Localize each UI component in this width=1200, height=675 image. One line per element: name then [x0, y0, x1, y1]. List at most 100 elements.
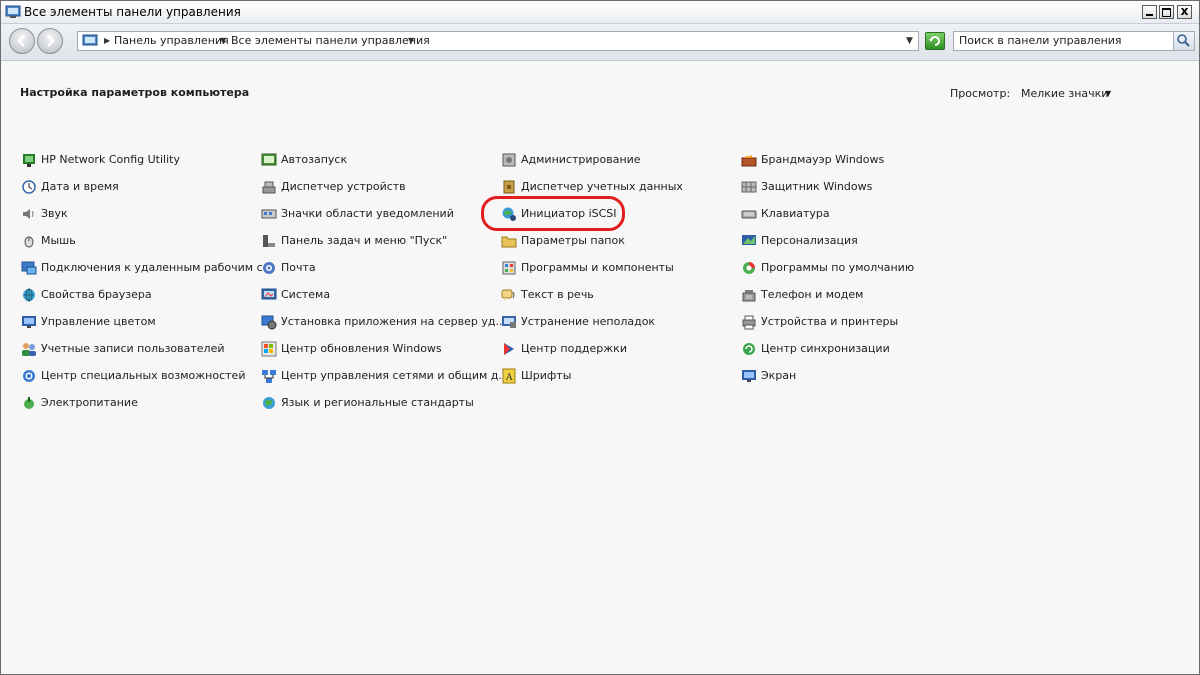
breadcrumb-all-items[interactable]: Все элементы панели управления — [231, 34, 430, 47]
item-label: Диспетчер устройств — [281, 180, 406, 193]
item-label: Установка приложения на сервер уд... — [281, 315, 506, 328]
item-label: Брандмауэр Windows — [761, 153, 885, 166]
item-label: Автозапуск — [281, 153, 348, 166]
color-management-icon — [22, 316, 36, 328]
item-label: Администрирование — [521, 153, 641, 166]
address-dropdown-icon[interactable]: ▼ — [906, 36, 913, 46]
control-panel-window: Все элементы панели управления x ▶ Панел… — [0, 0, 1200, 675]
control-panel-icon — [82, 34, 98, 46]
folder-options-icon — [501, 236, 517, 248]
item-label: Подключения к удаленным рабочим с... — [41, 261, 274, 274]
item-label: Система — [281, 288, 331, 301]
item-label: Управление цветом — [41, 315, 156, 328]
users-icon — [22, 343, 36, 356]
item-label: Клавиатура — [761, 207, 830, 220]
clock-icon — [22, 180, 36, 194]
text-to-speech-icon — [501, 289, 515, 301]
item-label: Программы и компоненты — [521, 261, 674, 274]
mouse-icon — [24, 236, 34, 248]
network-utility-icon — [23, 154, 35, 167]
windows-update-icon — [261, 341, 277, 357]
defender-icon — [741, 181, 757, 193]
devices-printers-icon — [742, 315, 756, 330]
item-label: Учетные записи пользователей — [41, 342, 225, 355]
forward-button[interactable] — [37, 28, 63, 54]
address-bar[interactable]: ▶ Панель управления ▼ Все элементы панел… — [77, 31, 919, 51]
svg-text:A: A — [505, 373, 513, 383]
item-label: Защитник Windows — [761, 180, 873, 193]
notification-icons-icon — [261, 209, 277, 219]
item-label: Шрифты — [521, 369, 572, 382]
title-bar: Все элементы панели управления x — [1, 1, 1199, 24]
keyboard-icon — [741, 210, 757, 219]
chevron-down-icon[interactable]: ▼ — [1105, 89, 1111, 98]
power-icon — [24, 397, 34, 409]
accessibility-icon — [23, 370, 35, 382]
remote-desktop-icon — [21, 261, 37, 275]
view-mode-dropdown[interactable]: Мелкие значки — [1021, 87, 1108, 100]
breadcrumb-control-panel[interactable]: Панель управления — [114, 34, 229, 47]
troubleshooting-icon — [502, 316, 516, 328]
close-button[interactable]: x — [1177, 4, 1192, 19]
search-input[interactable]: Поиск в панели управления — [953, 31, 1175, 51]
minimize-button[interactable] — [1142, 5, 1157, 19]
item-label: Звук — [41, 207, 68, 220]
search-button[interactable] — [1173, 31, 1195, 51]
item-label: Электропитание — [41, 396, 138, 409]
item-label: Язык и региональные стандарты — [281, 396, 474, 409]
taskbar-icon — [263, 235, 275, 247]
fonts-icon: A — [502, 368, 516, 384]
highlight-circle — [481, 196, 625, 231]
item-label: Устройства и принтеры — [761, 315, 899, 328]
item-label: Мышь — [41, 234, 76, 247]
item-label: HP Network Config Utility — [41, 153, 180, 166]
item-label: Центр синхронизации — [761, 342, 890, 355]
speaker-icon — [23, 209, 34, 219]
item-label: Телефон и модем — [761, 288, 864, 301]
programs-icon — [502, 261, 516, 275]
item-label: Текст в речь — [521, 288, 594, 301]
system-icon — [261, 288, 277, 300]
item-label: Программы по умолчанию — [761, 261, 915, 274]
item-label: Дата и время — [41, 180, 119, 193]
search-icon — [1177, 34, 1190, 47]
item-label: Почта — [281, 261, 316, 274]
install-app-icon — [261, 315, 277, 330]
internet-options-icon — [23, 288, 35, 302]
credential-manager-icon — [503, 180, 515, 194]
autoplay-icon — [261, 153, 277, 166]
refresh-icon — [929, 36, 940, 46]
sync-center-icon — [743, 343, 755, 355]
item-label: Персонализация — [761, 234, 858, 247]
search-placeholder: Поиск в панели управления — [959, 34, 1122, 47]
item-label: Центр обновления Windows — [281, 342, 442, 355]
view-label: Просмотр: — [950, 87, 1011, 100]
breadcrumb-separator-icon[interactable]: ▼ — [220, 36, 226, 45]
item-label: Экран — [761, 369, 797, 382]
window-title: Все элементы панели управления — [24, 5, 241, 19]
action-center-icon — [504, 343, 514, 355]
device-manager-icon — [262, 181, 276, 194]
back-button[interactable] — [9, 28, 35, 54]
maximize-button[interactable] — [1159, 5, 1174, 19]
refresh-button[interactable] — [925, 32, 945, 50]
display-icon — [742, 370, 756, 382]
item-label: Параметры папок — [521, 234, 625, 247]
region-icon — [263, 397, 275, 409]
control-panel-icon — [5, 5, 21, 18]
firewall-icon — [741, 155, 757, 167]
item-label: Свойства браузера — [41, 288, 152, 301]
breadcrumb-separator-icon[interactable]: ▶ — [104, 36, 110, 45]
item-label: Центр специальных возможностей — [41, 369, 246, 382]
mail-icon — [263, 262, 275, 274]
admin-tools-icon — [502, 153, 516, 167]
item-label: Центр управления сетями и общим д... — [281, 369, 509, 382]
personalization-icon — [742, 235, 756, 245]
item-label: Панель задач и меню "Пуск" — [281, 234, 448, 247]
back-arrow-icon — [17, 35, 25, 47]
default-programs-icon — [743, 262, 755, 274]
page-title: Настройка параметров компьютера — [20, 86, 250, 99]
item-label: Устранение неполадок — [521, 315, 656, 328]
breadcrumb-separator-icon[interactable]: ▼ — [408, 36, 414, 45]
forward-arrow-icon — [47, 35, 55, 47]
